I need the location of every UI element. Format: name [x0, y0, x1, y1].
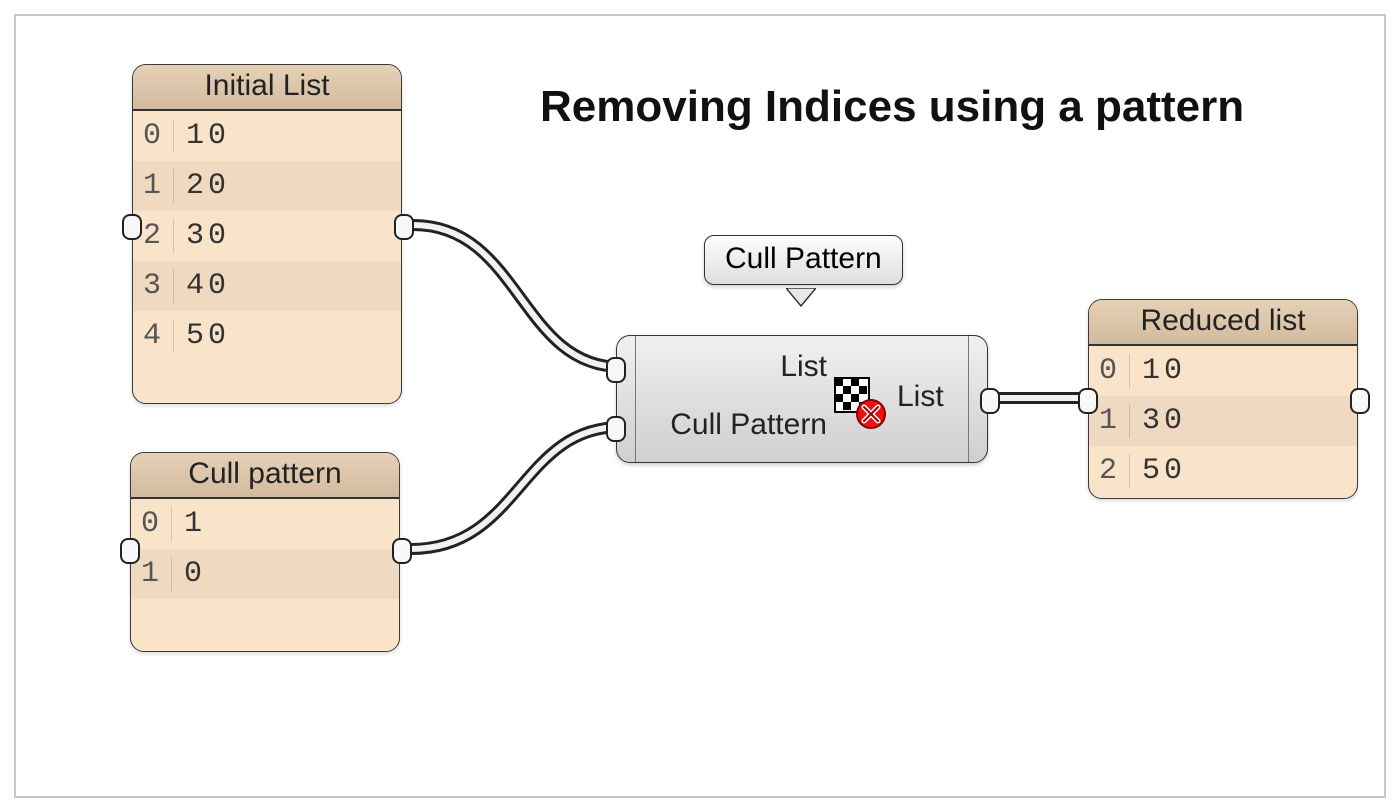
component-input-list[interactable]: List [637, 350, 827, 384]
tooltip-arrow-icon [786, 288, 816, 308]
cell-index: 3 [133, 269, 174, 303]
cell-value: 50 [174, 319, 230, 353]
panel-input-grip[interactable] [120, 538, 140, 564]
component-cull-pattern[interactable]: List Cull Pattern List [616, 335, 988, 463]
cell-index: 0 [133, 119, 174, 153]
component-output-grip[interactable] [980, 388, 1000, 414]
component-input-grip[interactable] [606, 416, 626, 442]
component-input-cull-pattern[interactable]: Cull Pattern [637, 408, 827, 442]
cell-value: 10 [1130, 354, 1186, 388]
panel-output-grip[interactable] [1350, 388, 1370, 414]
cell-value: 10 [174, 119, 230, 153]
cell-index: 0 [131, 507, 172, 541]
cell-value: 30 [174, 219, 230, 253]
component-input-grip[interactable] [606, 357, 626, 383]
panel-reduced-title: Reduced list [1089, 300, 1357, 346]
diagram-title: Removing Indices using a pattern [540, 82, 1244, 132]
component-divider [635, 336, 636, 462]
cell-value: 50 [1130, 454, 1186, 488]
panel-cull-pattern[interactable]: Cull pattern 01 10 [130, 452, 400, 652]
component-divider [968, 336, 969, 462]
cull-pattern-icon [833, 376, 887, 430]
panel-initial-list[interactable]: Initial List 010 120 230 340 450 [132, 64, 402, 404]
panel-initial-title: Initial List [133, 65, 401, 111]
panel-input-grip[interactable] [122, 214, 142, 240]
cell-index: 1 [133, 169, 174, 203]
cell-value: 0 [172, 557, 206, 591]
cell-index: 2 [1089, 454, 1130, 488]
component-tooltip: Cull Pattern [704, 235, 903, 285]
cell-index: 4 [133, 319, 174, 353]
cell-value: 20 [174, 169, 230, 203]
cell-value: 1 [172, 507, 206, 541]
panel-output-grip[interactable] [394, 214, 414, 240]
cell-value: 40 [174, 269, 230, 303]
panel-cull-title: Cull pattern [131, 453, 399, 499]
panel-output-grip[interactable] [392, 538, 412, 564]
cell-value: 30 [1130, 404, 1186, 438]
component-output-list[interactable]: List [897, 380, 944, 414]
cell-index: 0 [1089, 354, 1130, 388]
panel-reduced-list[interactable]: Reduced list 010 130 250 [1088, 299, 1358, 499]
panel-input-grip[interactable] [1078, 388, 1098, 414]
